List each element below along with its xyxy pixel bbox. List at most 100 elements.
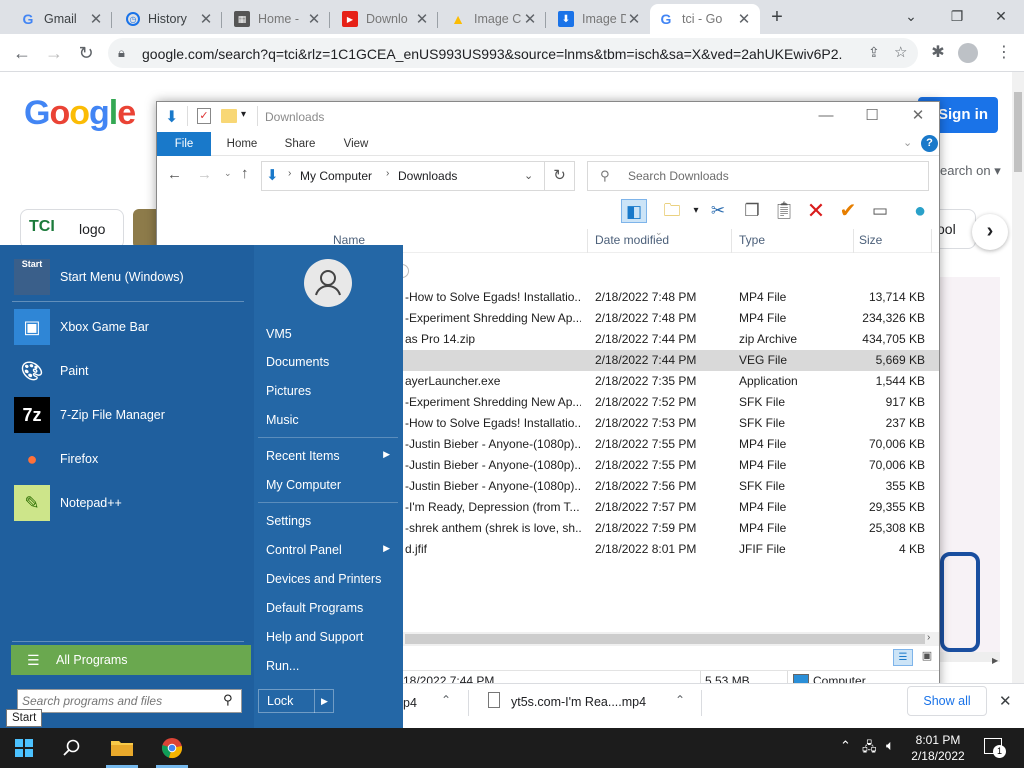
properties-icon[interactable]: ✓ [197, 108, 211, 124]
search-icon[interactable]: ⚲ [223, 692, 233, 708]
back-arrow-icon[interactable]: ← [167, 166, 182, 183]
google-logo[interactable]: Google [24, 94, 136, 133]
profile-avatar-icon[interactable] [958, 43, 978, 63]
lock-options-arrow-icon[interactable]: ▶ [314, 689, 334, 713]
tab-image-download[interactable]: ⬇ Image D ✕ [550, 4, 650, 34]
chips-next-button[interactable]: › [972, 214, 1008, 250]
start-link-my-computer[interactable]: My Computer [266, 478, 396, 492]
copy-icon[interactable]: ❐ [739, 199, 765, 223]
taskbar-search-button[interactable] [48, 728, 96, 768]
quick-access-dropdown-icon[interactable]: ▾ [241, 109, 246, 120]
close-tab-icon[interactable]: ✕ [522, 10, 538, 28]
show-hidden-icons-icon[interactable]: ⌃ [840, 738, 851, 754]
close-tab-icon[interactable]: ✕ [88, 10, 104, 28]
explorer-title-bar[interactable]: ⬇ ✓ ▾ Downloads — ☐ ✕ [157, 102, 939, 132]
start-link-devices-and-printers[interactable]: Devices and Printers [266, 572, 396, 586]
column-divider[interactable] [931, 229, 932, 253]
forward-button[interactable]: → [40, 39, 68, 67]
close-tab-icon[interactable]: ✕ [626, 10, 642, 28]
start-link-pictures[interactable]: Pictures [266, 384, 396, 398]
more-menu-icon[interactable]: ⋮ [990, 39, 1018, 67]
close-window-icon[interactable]: ✕ [978, 0, 1024, 32]
search-on-link[interactable]: earch on ▾ [940, 163, 1001, 179]
search-box[interactable]: ⚲ Search Downloads [587, 161, 929, 191]
start-link-music[interactable]: Music [266, 413, 396, 427]
tab-image-converter[interactable]: ▲ Image C ✕ [442, 4, 546, 34]
tab-home[interactable]: ▦ Home - ✕ [226, 4, 330, 34]
new-tab-button[interactable]: + [765, 4, 789, 30]
all-programs-button[interactable]: ☰ All Programs [11, 645, 251, 675]
taskbar-file-explorer[interactable] [98, 728, 146, 768]
tab-home[interactable]: Home [217, 132, 267, 156]
page-vertical-scrollbar[interactable] [1012, 72, 1024, 728]
close-icon[interactable]: ✕ [895, 102, 941, 132]
tab-view[interactable]: View [331, 132, 381, 156]
close-downloads-bar-icon[interactable]: ✕ [999, 692, 1012, 710]
minimize-icon[interactable]: — [803, 102, 849, 132]
start-link-help-and-support[interactable]: Help and Support [266, 630, 396, 644]
start-app-notepad-plus[interactable]: ✎ Notepad++ [14, 483, 244, 523]
breadcrumb-downloads[interactable]: Downloads [398, 169, 457, 183]
system-clock[interactable]: 8:01 PM 2/18/2022 [908, 732, 968, 764]
start-app-7zip[interactable]: 7z 7-Zip File Manager [14, 395, 244, 435]
start-app-paint[interactable]: 🎨︎ Paint [14, 351, 244, 391]
forward-arrow-icon[interactable]: → [197, 166, 212, 183]
refresh-button[interactable]: ↻ [545, 161, 575, 191]
details-view-icon[interactable]: ☰ [893, 649, 913, 666]
start-app-xbox[interactable]: ▣ Xbox Game Bar [14, 307, 244, 347]
back-button[interactable]: ← [8, 39, 36, 67]
tab-share[interactable]: Share [275, 132, 325, 156]
chip-truck-thumbnail[interactable] [133, 209, 157, 249]
tab-file[interactable]: File [157, 132, 211, 156]
reload-button[interactable]: ↻ [72, 39, 100, 67]
start-link-default-programs[interactable]: Default Programs [266, 601, 396, 615]
column-divider[interactable] [853, 229, 854, 253]
start-search-input[interactable] [22, 693, 212, 709]
bookmark-star-icon[interactable]: ☆ [894, 43, 907, 61]
tab-history[interactable]: ◷ History ✕ [118, 4, 222, 34]
cut-icon[interactable]: ✂ [705, 199, 731, 223]
delete-icon[interactable]: ✕ [803, 199, 829, 223]
volume-icon[interactable]: 🔈︎ [886, 737, 894, 754]
column-type[interactable]: Type [739, 233, 765, 247]
start-link-settings[interactable]: Settings [266, 514, 396, 528]
extensions-icon[interactable]: ✱ [924, 39, 952, 67]
scrollbar-thumb[interactable] [1014, 92, 1022, 172]
close-tab-icon[interactable]: ✕ [306, 10, 322, 28]
start-app-start-menu[interactable]: Start Start Menu (Windows) [14, 257, 244, 297]
close-tab-icon[interactable]: ✕ [414, 10, 430, 28]
start-search-box[interactable]: ⚲ [17, 689, 242, 713]
image-result-thumbnail[interactable] [940, 552, 980, 652]
notification-center-icon[interactable]: 1 [984, 738, 1006, 758]
chevron-down-icon[interactable]: ⌄ [888, 0, 934, 32]
recent-locations-icon[interactable]: ⌄ [224, 168, 232, 179]
start-link-documents[interactable]: Documents [266, 355, 396, 369]
expand-ribbon-icon[interactable]: ⌄ [903, 136, 912, 149]
maximize-icon[interactable]: ☐ [849, 102, 895, 132]
share-icon[interactable]: ⇪ [868, 44, 880, 61]
checkmark-icon[interactable]: ✔ [835, 199, 861, 223]
column-divider[interactable] [587, 229, 588, 253]
user-avatar[interactable] [304, 259, 352, 307]
help-icon[interactable]: ? [921, 135, 938, 152]
properties-folder-icon[interactable]: 🗀︎ [659, 199, 685, 223]
scroll-right-arrow-icon[interactable]: ▶ [992, 656, 998, 665]
restore-icon[interactable]: ❐ [934, 0, 980, 32]
network-icon[interactable]: 🖧︎ [862, 738, 877, 760]
start-link-control-panel[interactable]: Control Panel ▶ [266, 543, 396, 557]
paste-icon[interactable]: 📋︎ [771, 199, 797, 223]
user-name-link[interactable]: VM5 [266, 327, 396, 341]
taskbar-chrome[interactable] [148, 728, 196, 768]
start-app-firefox[interactable]: ● Firefox [14, 439, 244, 479]
download-item-name[interactable]: yt5s.com-I'm Rea....mp4 [511, 695, 646, 709]
up-arrow-icon[interactable]: ↑ [241, 165, 249, 182]
start-button[interactable] [0, 728, 48, 768]
rename-icon[interactable]: ▭ [867, 199, 893, 223]
breadcrumb-my-computer[interactable]: My Computer [300, 169, 372, 183]
new-folder-icon[interactable] [221, 109, 237, 123]
column-size[interactable]: Size [859, 233, 882, 247]
preview-pane-icon[interactable]: ◧ [621, 199, 647, 223]
show-all-button[interactable]: Show all [907, 686, 987, 716]
close-tab-icon[interactable]: ✕ [736, 10, 752, 28]
chevron-up-icon[interactable]: ⌃ [441, 693, 451, 707]
